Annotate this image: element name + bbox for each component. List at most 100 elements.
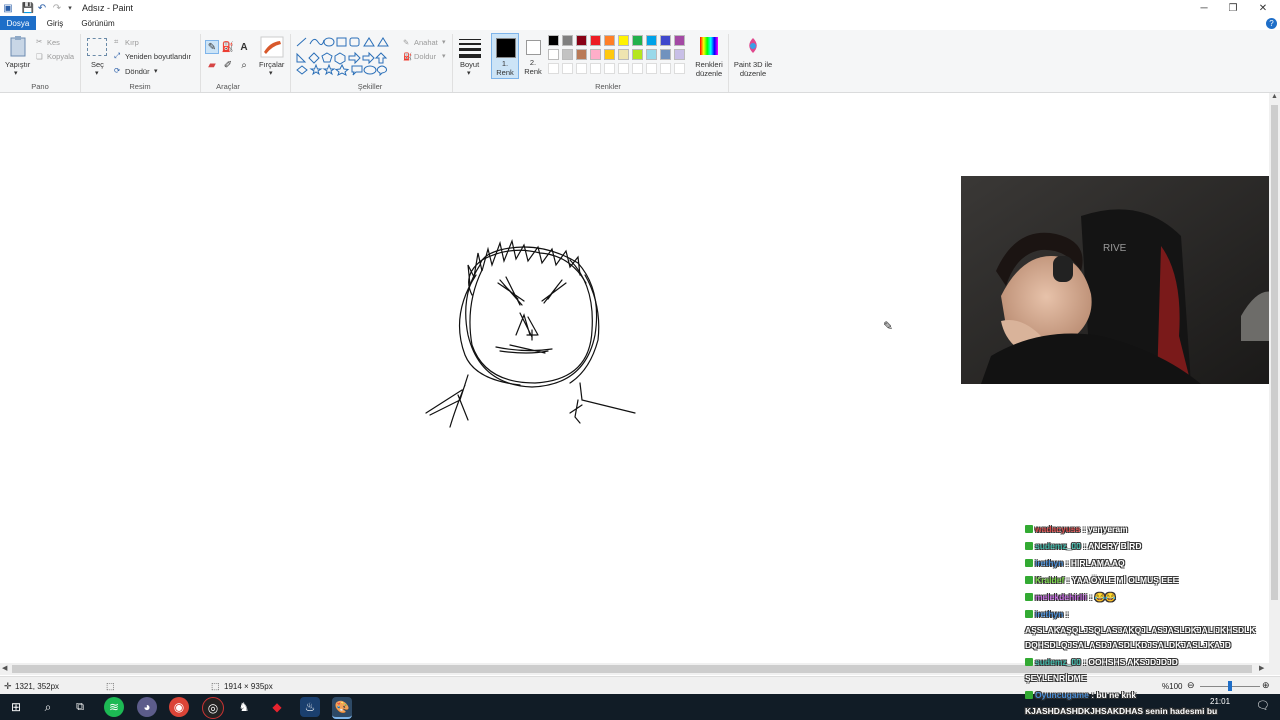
search-icon[interactable]: ⌕ xyxy=(38,697,58,717)
maximize-button[interactable]: ❐ xyxy=(1216,0,1250,16)
palette-swatch[interactable] xyxy=(618,63,629,74)
chevron-down-icon[interactable]: ▾ xyxy=(14,69,18,77)
save-icon[interactable]: 💾 xyxy=(22,2,34,14)
pencil-icon[interactable]: ✎ xyxy=(205,40,219,54)
palette-swatch[interactable] xyxy=(562,49,573,60)
palette-swatch[interactable] xyxy=(618,49,629,60)
resize-icon[interactable]: ⤢ xyxy=(114,51,120,61)
palette-swatch[interactable] xyxy=(548,49,559,60)
palette-swatch[interactable] xyxy=(674,63,685,74)
outline-icon[interactable]: ✎ xyxy=(403,38,409,47)
palette-swatch[interactable] xyxy=(604,35,615,46)
palette-swatch[interactable] xyxy=(604,63,615,74)
chevron-down-icon[interactable]: ▾ xyxy=(467,69,471,77)
resize-label[interactable]: Yeniden boyutlandır xyxy=(125,52,191,61)
brush-icon[interactable] xyxy=(260,36,284,58)
obs-icon[interactable]: ◎ xyxy=(202,697,224,719)
palette-swatch[interactable] xyxy=(646,35,657,46)
fill-label[interactable]: Doldur xyxy=(414,52,436,61)
crop-icon[interactable]: ⌗ xyxy=(114,37,118,47)
zoom-in-icon[interactable]: ⊕ xyxy=(1262,680,1270,691)
steam-icon[interactable]: ♨ xyxy=(300,697,320,717)
fill-icon[interactable]: ⛽ xyxy=(403,52,412,61)
shapes-gallery[interactable] xyxy=(294,36,390,77)
chevron-down-icon[interactable]: ▾ xyxy=(442,38,446,46)
text-icon[interactable]: A xyxy=(237,40,251,54)
palette-swatch[interactable] xyxy=(632,63,643,74)
edit-colors-icon[interactable] xyxy=(700,37,718,55)
chevron-down-icon[interactable]: ▾ xyxy=(442,52,446,60)
zoom-slider-thumb[interactable] xyxy=(1228,681,1232,691)
paint-taskbar-icon[interactable]: 🎨 xyxy=(332,697,352,719)
eraser-icon[interactable]: ▰ xyxy=(205,58,219,72)
rotate-label[interactable]: Döndür xyxy=(125,67,150,76)
palette-swatch[interactable] xyxy=(646,49,657,60)
magnifier-icon[interactable]: ⌕ xyxy=(237,58,251,72)
palette-swatch[interactable] xyxy=(604,49,615,60)
copy-label[interactable]: Kopyala xyxy=(47,52,74,61)
fill-bucket-icon[interactable]: ⛽ xyxy=(221,40,235,54)
paste-button[interactable] xyxy=(8,35,28,59)
line-size-icon[interactable] xyxy=(459,38,481,58)
palette-swatch[interactable] xyxy=(660,49,671,60)
undo-icon[interactable]: ↶ xyxy=(36,2,48,14)
palette-swatch[interactable] xyxy=(548,35,559,46)
color-picker-icon[interactable]: ✐ xyxy=(221,58,235,72)
brushes-label[interactable]: Fırçalar xyxy=(259,60,284,69)
palette-swatch[interactable] xyxy=(632,35,643,46)
chevron-down-icon[interactable]: ▾ xyxy=(269,69,273,77)
palette-swatch[interactable] xyxy=(576,63,587,74)
palette-swatch[interactable] xyxy=(660,63,671,74)
copy-icon[interactable]: ❏ xyxy=(36,52,43,61)
tab-file[interactable]: Dosya xyxy=(0,16,36,30)
cut-icon[interactable]: ✂ xyxy=(36,37,42,46)
scroll-up-icon[interactable]: ▲ xyxy=(1271,93,1278,100)
paint3d-label-1[interactable]: Paint 3D ile xyxy=(731,60,775,69)
scroll-left-icon[interactable]: ◀ xyxy=(2,664,7,672)
tab-view[interactable]: Görünüm xyxy=(76,16,120,30)
rotate-icon[interactable]: ⟳ xyxy=(114,66,120,75)
vertical-scroll-thumb[interactable] xyxy=(1271,105,1278,600)
zoom-out-icon[interactable]: ⊖ xyxy=(1187,680,1195,691)
palette-swatch[interactable] xyxy=(590,35,601,46)
redo-icon[interactable]: ↷ xyxy=(51,2,63,14)
size-label[interactable]: Boyut xyxy=(460,60,479,69)
palette-swatch[interactable] xyxy=(562,63,573,74)
vertical-scrollbar[interactable]: ▲ xyxy=(1269,93,1280,663)
tab-home[interactable]: Giriş xyxy=(40,16,70,30)
palette-swatch[interactable] xyxy=(576,35,587,46)
chevron-down-icon[interactable]: ▾ xyxy=(95,69,99,77)
spotify-icon[interactable]: ≋ xyxy=(104,697,124,717)
cut-label[interactable]: Kes xyxy=(47,38,60,47)
color1-button[interactable]: 1. Renk xyxy=(491,33,519,79)
discord-icon[interactable]: ◕ xyxy=(137,697,157,717)
valorant-icon[interactable]: ◆ xyxy=(267,697,287,717)
palette-swatch[interactable] xyxy=(674,49,685,60)
palette-swatch[interactable] xyxy=(548,63,559,74)
color2-button[interactable]: 2. Renk xyxy=(521,33,545,79)
palette-swatch[interactable] xyxy=(590,63,601,74)
notifications-icon[interactable]: 🗨 xyxy=(1256,699,1270,712)
edit-colors-label-1[interactable]: Renkleri xyxy=(694,60,724,69)
palette-swatch[interactable] xyxy=(562,35,573,46)
help-icon[interactable]: ? xyxy=(1266,18,1277,29)
task-view-icon[interactable]: ⧉ xyxy=(70,697,90,717)
paint3d-icon[interactable] xyxy=(744,37,762,55)
palette-swatch[interactable] xyxy=(590,49,601,60)
palette-swatch[interactable] xyxy=(660,35,671,46)
palette-swatch[interactable] xyxy=(646,63,657,74)
paint3d-label-2[interactable]: düzenle xyxy=(731,69,775,78)
game-icon[interactable]: ♞ xyxy=(234,697,254,717)
palette-swatch[interactable] xyxy=(674,35,685,46)
customize-quick-access-icon[interactable]: ▾ xyxy=(64,2,76,14)
chrome-icon[interactable]: ◉ xyxy=(169,697,189,717)
select-button[interactable] xyxy=(87,38,107,56)
close-button[interactable]: ✕ xyxy=(1246,0,1280,16)
scroll-right-icon[interactable]: ▶ xyxy=(1259,664,1264,672)
edit-colors-label-2[interactable]: düzenle xyxy=(694,69,724,78)
palette-swatch[interactable] xyxy=(632,49,643,60)
palette-swatch[interactable] xyxy=(576,49,587,60)
palette-swatch[interactable] xyxy=(618,35,629,46)
chevron-down-icon[interactable]: ▾ xyxy=(154,67,158,75)
crop-label[interactable]: Kırp xyxy=(125,38,139,47)
